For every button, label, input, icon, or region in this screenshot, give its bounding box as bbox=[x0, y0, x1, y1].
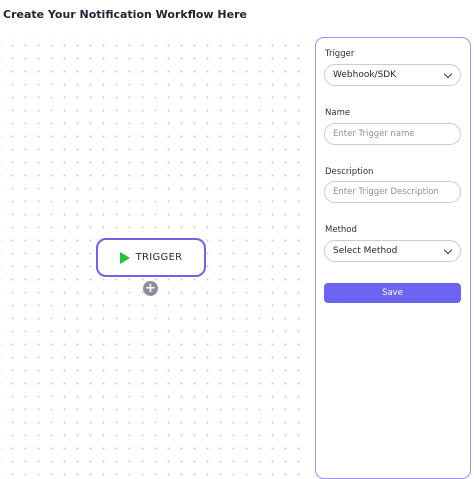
trigger-node[interactable]: TRIGGER bbox=[96, 238, 206, 277]
page-title: Create Your Notification Workflow Here bbox=[3, 8, 247, 21]
trigger-node-label: TRIGGER bbox=[135, 252, 183, 263]
chevron-down-icon bbox=[443, 69, 453, 78]
method-select[interactable]: Select Method bbox=[324, 240, 461, 262]
plus-icon: + bbox=[145, 281, 156, 296]
trigger-name-input[interactable] bbox=[324, 123, 461, 145]
save-button[interactable]: Save bbox=[324, 283, 461, 303]
method-select-value: Select Method bbox=[333, 246, 398, 256]
add-node-button[interactable]: + bbox=[143, 281, 158, 296]
trigger-settings-panel: Trigger Webhook/SDK Name Description Met… bbox=[315, 37, 471, 479]
chevron-down-icon bbox=[443, 245, 453, 254]
trigger-label: Trigger bbox=[325, 49, 355, 59]
description-label: Description bbox=[325, 167, 374, 177]
trigger-select[interactable]: Webhook/SDK bbox=[324, 64, 461, 86]
trigger-description-input[interactable] bbox=[324, 181, 461, 203]
name-label: Name bbox=[325, 108, 351, 118]
workflow-canvas[interactable]: TRIGGER + bbox=[0, 33, 307, 477]
trigger-select-value: Webhook/SDK bbox=[333, 70, 397, 80]
play-icon bbox=[119, 251, 130, 264]
method-label: Method bbox=[325, 225, 357, 235]
